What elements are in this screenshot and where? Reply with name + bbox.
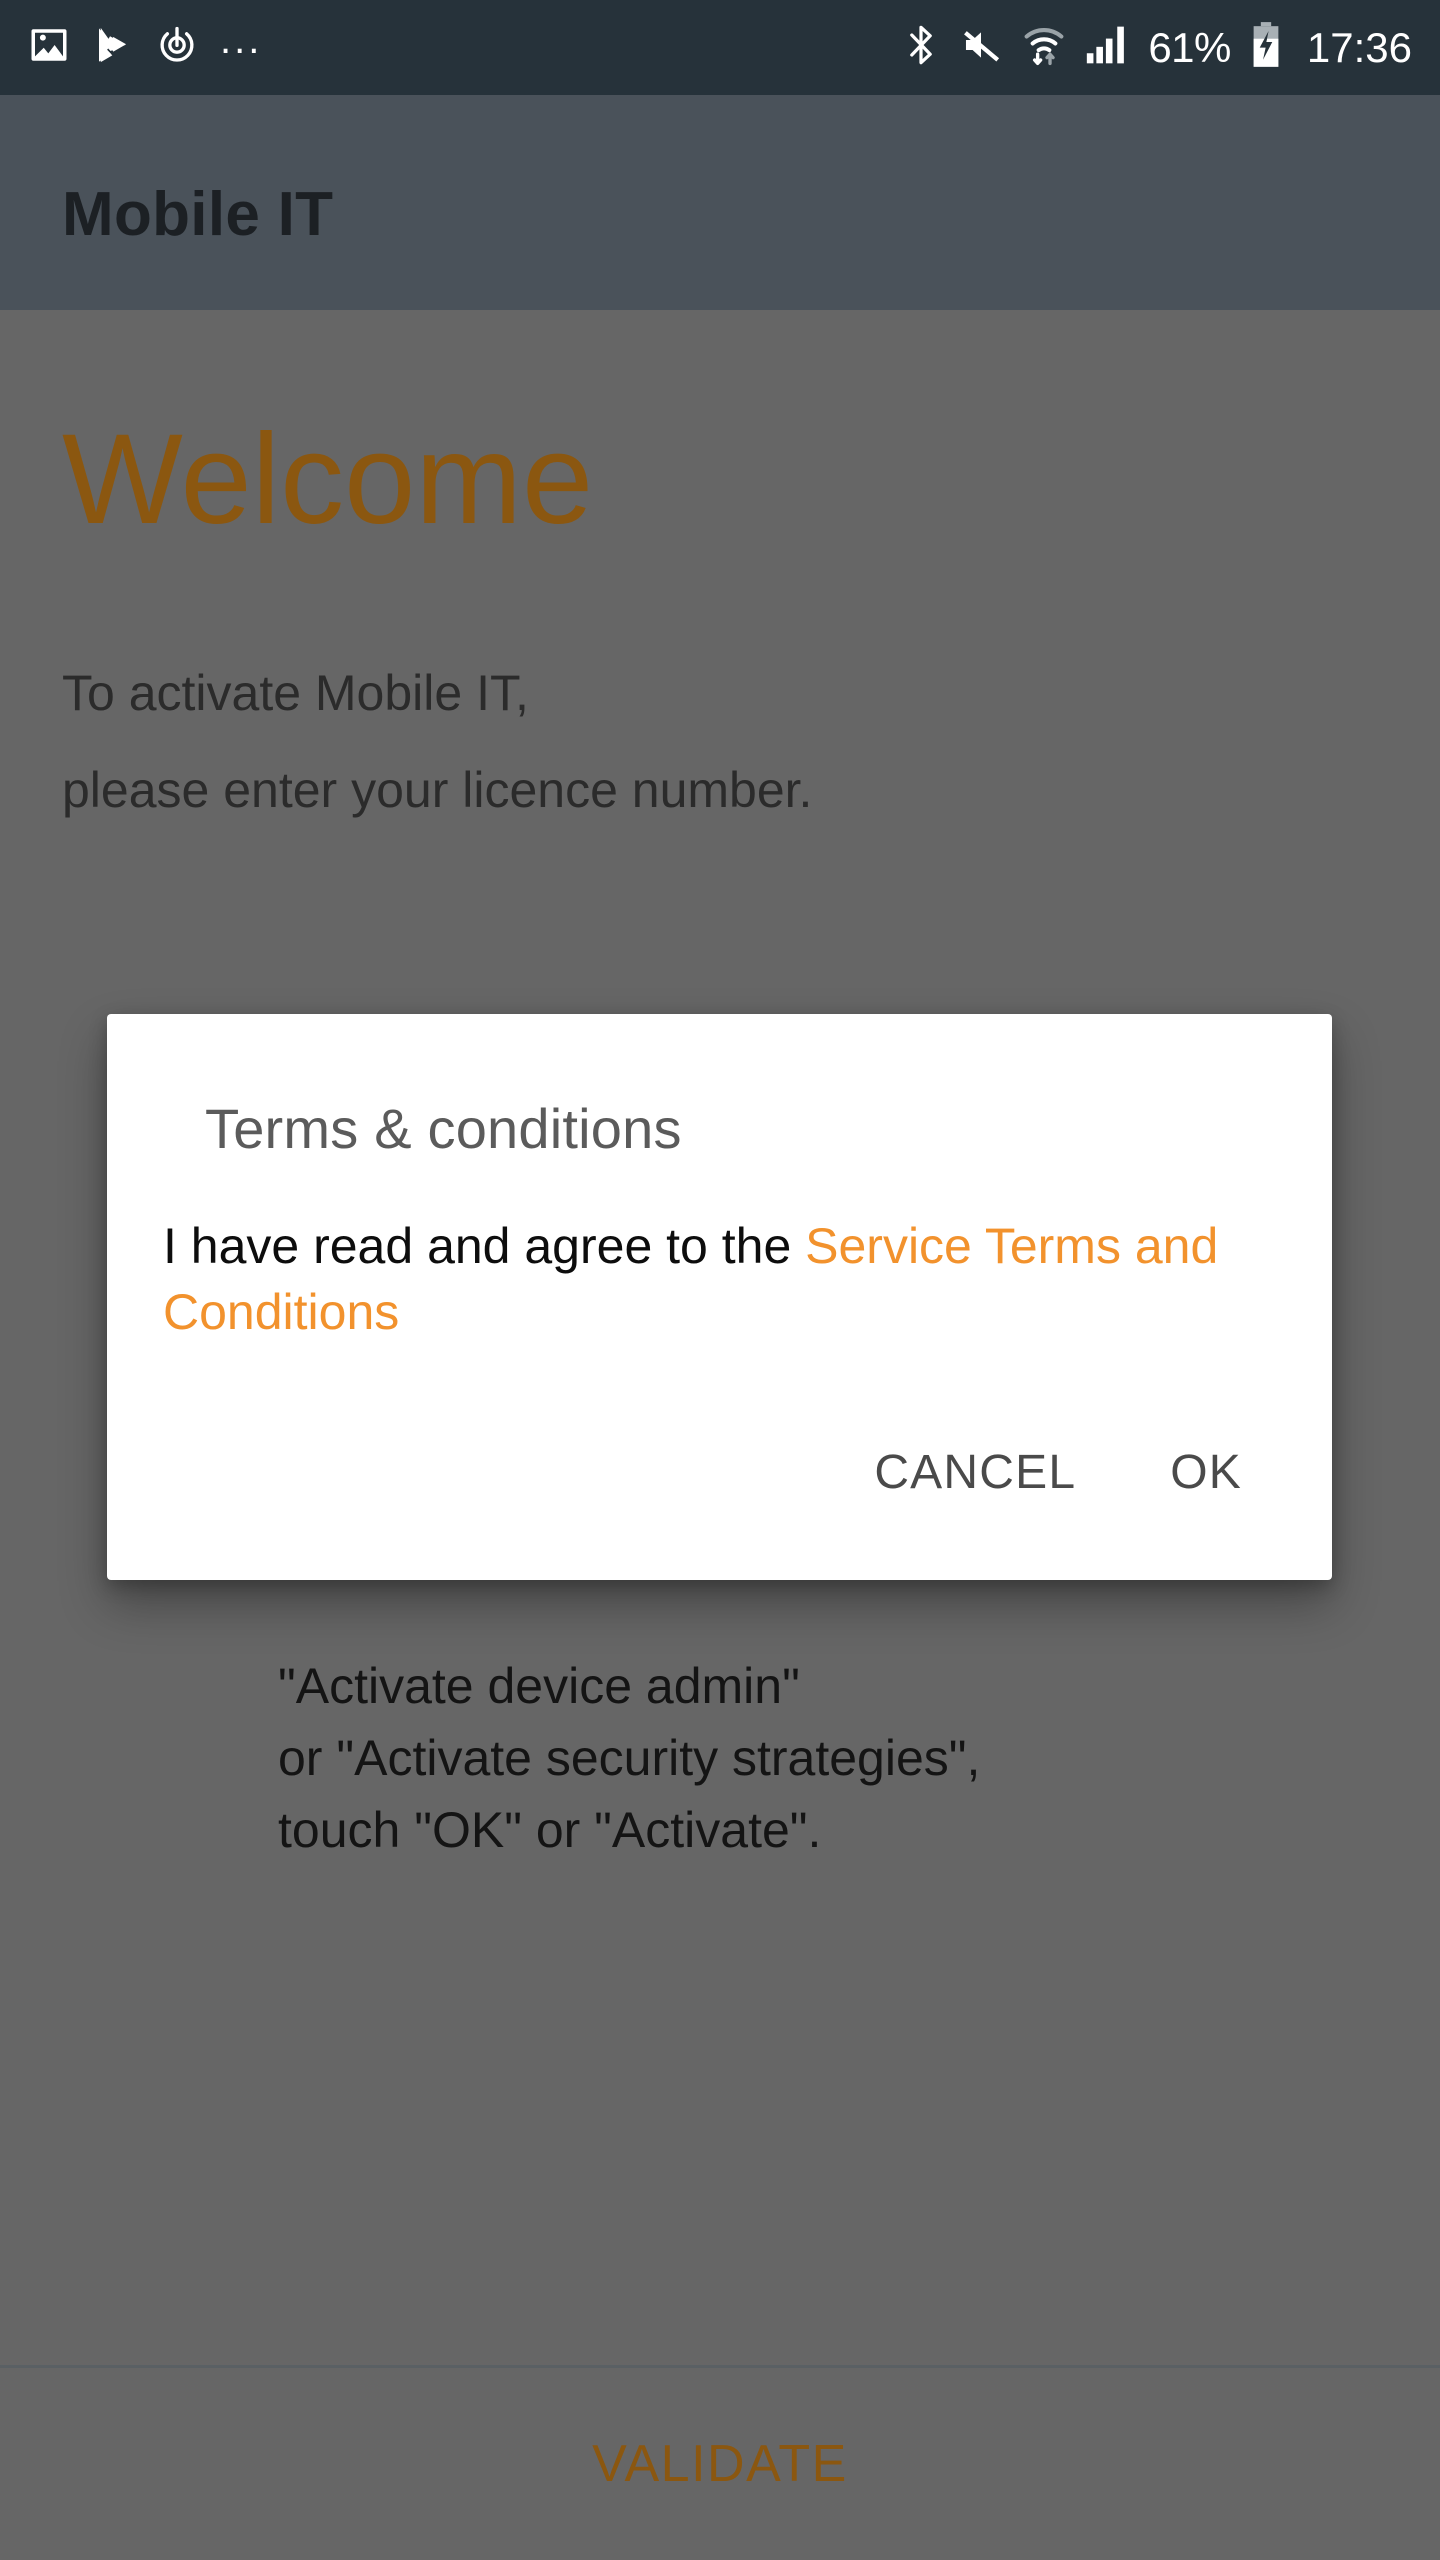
validate-button[interactable]: VALIDATE [0,2368,1440,2560]
bluetooth-icon [902,22,940,73]
activation-instructions-line2: please enter your licence number. [62,762,813,818]
battery-percent-label: 61% [1148,23,1231,71]
notification-overflow-icon: ... [220,17,263,62]
device-admin-note: "Activate device admin" or "Activate sec… [278,1650,980,1866]
dialog-message-prefix: I have read and agree to the [163,1218,806,1274]
device-admin-note-line3: touch "OK" or "Activate". [278,1802,822,1858]
activation-instructions: To activate Mobile IT, please enter your… [62,645,812,839]
power-restart-icon [156,24,198,71]
play-check-icon [92,24,134,71]
cancel-button[interactable]: CANCEL [840,1427,1110,1518]
dialog-message: I have read and agree to the Service Ter… [107,1161,1332,1345]
status-bar-right-icons: 61% 17:36 [902,21,1412,74]
dialog-title: Terms & conditions [205,1097,682,1160]
app-action-bar: Mobile IT [0,95,1440,310]
activation-instructions-line1: To activate Mobile IT, [62,665,529,721]
ok-button[interactable]: OK [1136,1427,1276,1518]
battery-charging-icon [1249,21,1283,74]
clock-label: 17:36 [1306,23,1412,71]
status-bar-left-icons: ... [28,17,263,71]
image-icon [28,24,70,71]
cellular-signal-icon [1084,23,1130,72]
phone-screen: ... 61% 17:36 Mobile IT Welcome To activ… [0,0,1440,2560]
dialog-action-row: CANCEL OK [107,1345,1332,1580]
device-admin-note-line1: "Activate device admin" [278,1658,800,1714]
status-bar: ... 61% 17:36 [0,0,1440,95]
wifi-icon [1022,22,1066,73]
terms-conditions-dialog: Terms & conditions I have read and agree… [107,1014,1332,1580]
device-admin-note-line2: or "Activate security strategies", [278,1730,981,1786]
welcome-heading: Welcome [62,408,594,551]
page-title: Mobile IT [62,180,334,249]
volume-mute-icon [958,23,1004,72]
